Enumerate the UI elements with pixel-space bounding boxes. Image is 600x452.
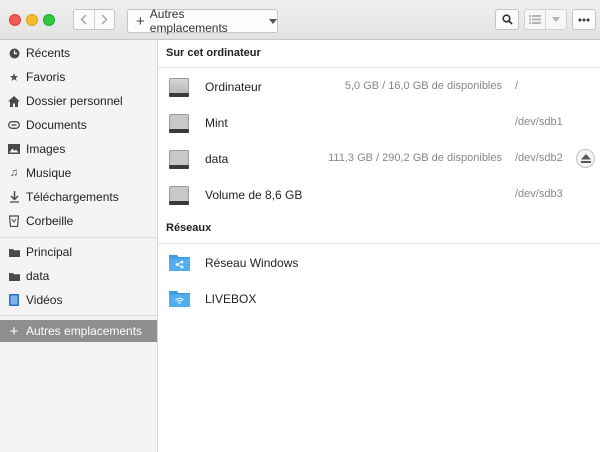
sidebar-item-home[interactable]: Dossier personnel	[0, 90, 157, 112]
search-icon	[501, 14, 513, 25]
dropdown-caret-icon	[269, 18, 277, 24]
sidebar-item-videos[interactable]: Vidéos	[0, 289, 157, 311]
wifi-folder-icon	[169, 291, 190, 307]
clock-icon	[8, 47, 20, 59]
header-bar: + Autres emplacements	[0, 0, 600, 40]
download-icon	[8, 191, 20, 203]
section-title-networks: Réseaux	[166, 222, 212, 234]
more-dots-icon	[578, 18, 590, 21]
section-divider	[158, 67, 600, 68]
sidebar-item-data[interactable]: data	[0, 265, 157, 287]
sidebar-item-label: Principal	[26, 245, 73, 259]
drive-free-space: 5,0 GB / 16,0 GB de disponibles	[344, 80, 502, 92]
sidebar-item-label: Téléchargements	[26, 190, 119, 204]
video-icon	[8, 294, 20, 306]
sidebar-item-label: Vidéos	[26, 293, 63, 307]
sidebar-item-label: Favoris	[26, 70, 66, 84]
network-share-icon	[169, 255, 190, 271]
network-row-windows[interactable]: Réseau Windows	[158, 245, 600, 281]
hard-drive-icon	[169, 78, 189, 97]
drive-row-mint[interactable]: Mint /dev/sdb1	[158, 105, 600, 141]
image-icon	[8, 143, 20, 155]
eject-icon	[580, 154, 591, 163]
sidebar-item-principal[interactable]: Principal	[0, 241, 157, 263]
view-menu-button[interactable]	[545, 10, 566, 29]
chevron-right-icon	[101, 14, 108, 25]
drive-row-ordinateur[interactable]: Ordinateur 5,0 GB / 16,0 GB de disponibl…	[158, 69, 600, 105]
sidebar-item-favoris[interactable]: ★ Favoris	[0, 66, 157, 88]
network-name: LIVEBOX	[205, 292, 257, 306]
sidebar-divider	[0, 237, 157, 238]
sidebar: Récents ★ Favoris Dossier personnel Docu…	[0, 40, 158, 452]
drive-name: Ordinateur	[205, 80, 262, 94]
maximize-window-button[interactable]	[43, 14, 55, 26]
drive-name: Volume de 8,6 GB	[205, 188, 303, 202]
hard-drive-icon	[169, 114, 189, 133]
sidebar-divider	[0, 315, 157, 316]
chevron-left-icon	[80, 14, 87, 25]
sidebar-item-trash[interactable]: Corbeille	[0, 210, 157, 232]
eject-button[interactable]	[576, 149, 595, 168]
hard-drive-icon	[169, 186, 189, 205]
home-icon	[8, 95, 20, 107]
drive-row-data[interactable]: data 111,3 GB / 290,2 GB de disponibles …	[158, 141, 600, 177]
music-icon: ♫	[9, 167, 19, 179]
main-content: Sur cet ordinateur Ordinateur 5,0 GB / 1…	[158, 40, 600, 452]
drive-mount-path: /dev/sdb3	[515, 188, 563, 200]
sidebar-item-label: Musique	[26, 166, 72, 180]
plus-icon: +	[136, 12, 145, 30]
sidebar-item-label: Documents	[26, 118, 87, 132]
sidebar-item-label: data	[26, 269, 50, 283]
path-bar-button[interactable]: + Autres emplacements	[127, 7, 278, 35]
sidebar-item-label: Images	[26, 142, 66, 156]
star-icon: ★	[9, 71, 19, 84]
forward-button[interactable]	[93, 10, 115, 29]
close-window-button[interactable]	[9, 14, 21, 26]
plus-icon: +	[9, 322, 19, 340]
documents-icon	[8, 119, 20, 131]
list-view-button[interactable]	[525, 10, 545, 29]
trash-icon	[8, 215, 20, 227]
drive-mount-path: /dev/sdb1	[515, 116, 563, 128]
sidebar-item-images[interactable]: Images	[0, 138, 157, 160]
drive-row-volume[interactable]: Volume de 8,6 GB /dev/sdb3	[158, 177, 600, 213]
drive-name: data	[205, 152, 229, 166]
sidebar-item-label: Récents	[26, 46, 71, 60]
path-label: Autres emplacements	[149, 7, 228, 35]
minimize-window-button[interactable]	[26, 14, 38, 26]
section-divider	[158, 243, 600, 244]
sidebar-item-label: Corbeille	[26, 214, 74, 228]
sidebar-item-label: Dossier personnel	[26, 94, 123, 108]
search-button[interactable]	[495, 9, 519, 30]
drive-free-space: 111,3 GB / 290,2 GB de disponibles	[328, 152, 502, 164]
drive-mount-path: /	[515, 80, 519, 92]
folder-icon	[8, 246, 20, 258]
network-name: Réseau Windows	[205, 256, 299, 270]
menu-button[interactable]	[572, 9, 596, 30]
sidebar-item-musique[interactable]: ♫ Musique	[0, 162, 157, 184]
drive-name: Mint	[205, 116, 228, 130]
sidebar-item-label: Autres emplacements	[26, 324, 143, 338]
hard-drive-icon	[169, 150, 189, 169]
network-row-livebox[interactable]: LIVEBOX	[158, 281, 600, 317]
view-options	[524, 9, 567, 30]
chevron-down-icon	[552, 17, 560, 22]
sidebar-item-recents[interactable]: Récents	[0, 42, 157, 64]
sidebar-item-downloads[interactable]: Téléchargements	[0, 186, 157, 208]
sidebar-item-documents[interactable]: Documents	[0, 114, 157, 136]
back-button[interactable]	[74, 10, 94, 29]
drive-mount-path: /dev/sdb2	[515, 152, 563, 164]
sidebar-item-other-locations[interactable]: + Autres emplacements	[0, 320, 157, 342]
list-icon	[529, 15, 541, 24]
navigation-buttons	[73, 9, 115, 30]
folder-icon	[8, 270, 20, 282]
section-title-computer: Sur cet ordinateur	[166, 47, 261, 59]
